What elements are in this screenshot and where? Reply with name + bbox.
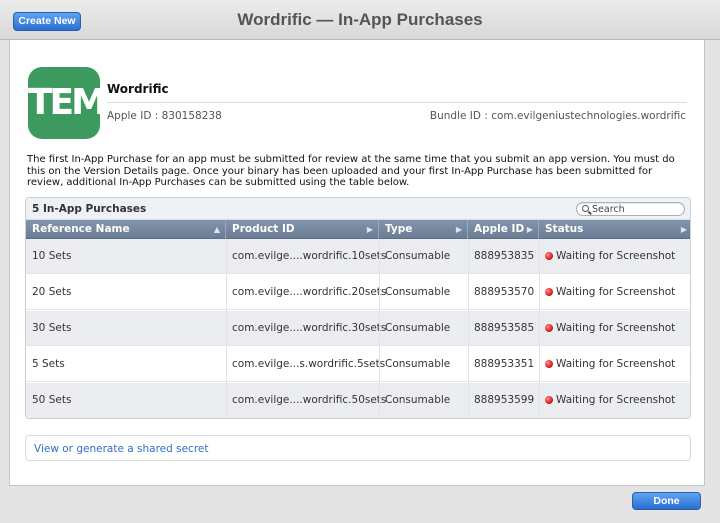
- product-id-cell: com.evilge....wordrific.50sets: [232, 394, 387, 406]
- column-divider: [226, 239, 227, 418]
- status-cell: Waiting for Screenshot: [539, 275, 675, 310]
- apple-id-cell: 888953585: [474, 322, 535, 334]
- status-cell: Waiting for Screenshot: [539, 347, 675, 382]
- search-icon: [582, 205, 589, 212]
- in-app-purchases-table: 5 In-App Purchases Reference Name ▲ Prod…: [25, 197, 691, 419]
- header-divider: [107, 102, 687, 103]
- table-title: 5 In-App Purchases: [32, 203, 147, 215]
- apple-id-cell: 888953835: [474, 250, 535, 262]
- reference-name-cell: 5 Sets: [32, 358, 65, 370]
- type-cell: Consumable: [385, 286, 451, 298]
- type-cell: Consumable: [385, 358, 451, 370]
- column-header-label: Product ID: [232, 223, 295, 235]
- apple-id-cell: 888953599: [474, 394, 535, 406]
- column-divider: [468, 239, 469, 418]
- done-button[interactable]: Done: [632, 492, 701, 510]
- app-name: Wordrific: [107, 82, 169, 96]
- column-header-label: Apple ID: [474, 223, 525, 235]
- status-cell: Waiting for Screenshot: [539, 239, 675, 274]
- status-cell: Waiting for Screenshot: [539, 383, 675, 418]
- status-text: Waiting for Screenshot: [556, 394, 676, 406]
- apple-id-cell: 888953351: [474, 358, 535, 370]
- column-divider: [539, 239, 540, 418]
- column-header-label: Status: [545, 223, 584, 235]
- shared-secret-link[interactable]: View or generate a shared secret: [34, 443, 209, 455]
- shared-secret-box: View or generate a shared secret: [25, 435, 691, 461]
- reference-name-cell: 50 Sets: [32, 394, 72, 406]
- column-header-label: Reference Name: [32, 223, 130, 235]
- search-input[interactable]: [592, 203, 682, 215]
- status-red-dot-icon: [545, 252, 553, 260]
- product-id-cell: com.evilge....wordrific.20sets: [232, 286, 387, 298]
- status-red-dot-icon: [545, 396, 553, 404]
- table-row[interactable]: 20 Sets com.evilge....wordrific.20sets C…: [26, 275, 690, 310]
- product-id-cell: com.evilge....wordrific.30sets: [232, 322, 387, 334]
- status-text: Waiting for Screenshot: [556, 286, 676, 298]
- table-row[interactable]: 30 Sets com.evilge....wordrific.30sets C…: [26, 311, 690, 346]
- product-id-cell: com.evilge...s.wordrific.5sets: [232, 358, 386, 370]
- type-cell: Consumable: [385, 322, 451, 334]
- column-header-apple-id[interactable]: Apple ID ▶: [468, 220, 539, 239]
- column-header-type[interactable]: Type ▶: [379, 220, 468, 239]
- status-text: Waiting for Screenshot: [556, 322, 676, 334]
- status-text: Waiting for Screenshot: [556, 358, 676, 370]
- product-id-cell: com.evilge....wordrific.10sets: [232, 250, 387, 262]
- app-icon: TEMP: [28, 67, 100, 139]
- status-cell: Waiting for Screenshot: [539, 311, 675, 346]
- search-field[interactable]: [576, 202, 685, 216]
- type-cell: Consumable: [385, 250, 451, 262]
- table-row[interactable]: 10 Sets com.evilge....wordrific.10sets C…: [26, 239, 690, 274]
- sort-arrow-icon: ▶: [366, 225, 373, 234]
- reference-name-cell: 10 Sets: [32, 250, 72, 262]
- window-title: Wordrific — In-App Purchases: [237, 10, 483, 29]
- type-cell: Consumable: [385, 394, 451, 406]
- sort-ascending-icon: ▲: [213, 225, 220, 234]
- status-red-dot-icon: [545, 324, 553, 332]
- column-header-label: Type: [385, 223, 413, 235]
- table-title-bar: 5 In-App Purchases: [26, 198, 690, 220]
- status-text: Waiting for Screenshot: [556, 250, 676, 262]
- sort-arrow-icon: ▶: [526, 225, 533, 234]
- status-red-dot-icon: [545, 288, 553, 296]
- column-divider: [379, 239, 380, 418]
- table-row[interactable]: 5 Sets com.evilge...s.wordrific.5sets Co…: [26, 347, 690, 382]
- app-bundle-id: Bundle ID : com.evilgeniustechnologies.w…: [429, 110, 686, 122]
- in-app-purchases-sheet: TEMP Wordrific Apple ID : 830158238 Bund…: [9, 40, 705, 486]
- sort-arrow-icon: ▶: [680, 225, 687, 234]
- reference-name-cell: 20 Sets: [32, 286, 72, 298]
- sort-arrow-icon: ▶: [455, 225, 462, 234]
- column-header-product-id[interactable]: Product ID ▶: [226, 220, 379, 239]
- table-row[interactable]: 50 Sets com.evilge....wordrific.50sets C…: [26, 383, 690, 418]
- apple-id-cell: 888953570: [474, 286, 535, 298]
- app-apple-id: Apple ID : 830158238: [107, 110, 222, 122]
- reference-name-cell: 30 Sets: [32, 322, 72, 334]
- table-header: Reference Name ▲ Product ID ▶ Type ▶ App…: [26, 220, 690, 239]
- column-header-status[interactable]: Status ▶: [539, 220, 690, 239]
- description-text: The first In-App Purchase for an app mus…: [27, 154, 675, 188]
- column-header-reference-name[interactable]: Reference Name ▲: [26, 220, 226, 239]
- status-red-dot-icon: [545, 360, 553, 368]
- toolbar: Create New Wordrific — In-App Purchases: [0, 0, 720, 40]
